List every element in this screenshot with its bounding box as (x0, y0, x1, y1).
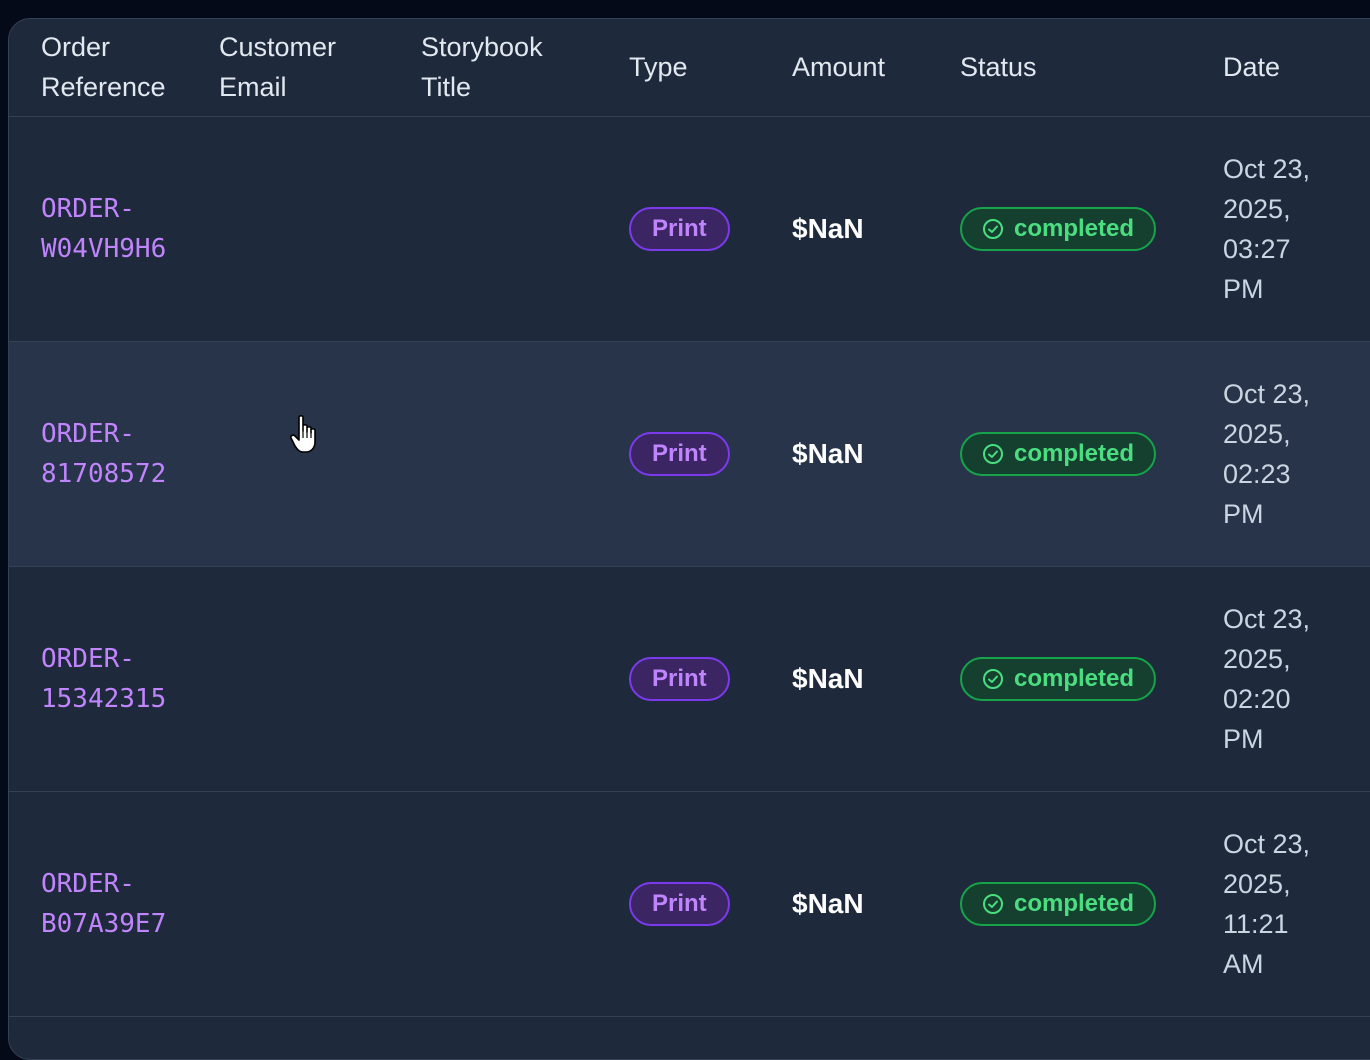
status-badge: completed (960, 881, 1157, 926)
header-storybook-title[interactable]: Storybook Title (421, 19, 629, 116)
type-badge: Print (629, 656, 730, 701)
cell-customer-email (219, 116, 421, 341)
hand-pointer-icon (290, 415, 316, 453)
cell-status: completed (960, 791, 1223, 1016)
header-status[interactable]: Status (960, 19, 1223, 116)
cell-customer-email (219, 791, 421, 1016)
cell-storybook-title (421, 341, 629, 566)
type-badge: Print (629, 431, 730, 476)
table-header-row: Order Reference Customer Email Storybook… (9, 19, 1370, 116)
header-amount[interactable]: Amount (792, 19, 960, 116)
type-badge: Print (629, 881, 730, 926)
status-badge: completed (960, 206, 1157, 251)
table-row[interactable]: ORDER- 81708572 Print $NaN completed Oct… (9, 341, 1370, 566)
status-badge: completed (960, 656, 1157, 701)
status-label: completed (1014, 214, 1135, 242)
header-order-reference[interactable]: Order Reference (9, 19, 219, 116)
date-value: Oct 23, 2025, 03:27 PM (1223, 153, 1311, 304)
cell-storybook-title (421, 791, 629, 1016)
check-circle-icon (983, 893, 1003, 914)
cell-date: Oct 23, 2025, 02:23 PM (1223, 341, 1370, 566)
cell-order-reference: ORDER- 15342315 (9, 566, 219, 791)
order-reference[interactable]: ORDER- B07A39E7 (41, 869, 166, 939)
cell-amount: $NaN (792, 791, 960, 1016)
cell-order-reference: ORDER- 81708572 (9, 341, 219, 566)
cell-storybook-title (421, 566, 629, 791)
cell-type: Print (629, 791, 792, 1016)
cell-date: Oct 23, 2025, 02:20 PM (1223, 566, 1370, 791)
date-value: Oct 23, 2025, 02:20 PM (1223, 603, 1311, 754)
amount-value: $NaN (792, 887, 864, 919)
header-date[interactable]: Date (1223, 19, 1370, 116)
status-label: completed (1014, 439, 1135, 467)
orders-table: Order Reference Customer Email Storybook… (9, 19, 1370, 1017)
order-reference[interactable]: ORDER- W04VH9H6 (41, 194, 166, 264)
cell-amount: $NaN (792, 116, 960, 341)
cell-order-reference: ORDER- W04VH9H6 (9, 116, 219, 341)
table-row[interactable]: ORDER- 15342315 Print $NaN completed Oct… (9, 566, 1370, 791)
cell-storybook-title (421, 116, 629, 341)
amount-value: $NaN (792, 662, 864, 694)
cell-type: Print (629, 341, 792, 566)
table-row[interactable]: ORDER- W04VH9H6 Print $NaN completed Oct… (9, 116, 1370, 341)
cell-status: completed (960, 116, 1223, 341)
cell-order-reference: ORDER- B07A39E7 (9, 791, 219, 1016)
status-badge: completed (960, 431, 1157, 476)
check-circle-icon (983, 218, 1003, 239)
cell-status: completed (960, 566, 1223, 791)
cell-status: completed (960, 341, 1223, 566)
check-circle-icon (983, 668, 1003, 689)
cell-amount: $NaN (792, 341, 960, 566)
header-type[interactable]: Type (629, 19, 792, 116)
amount-value: $NaN (792, 437, 864, 469)
amount-value: $NaN (792, 212, 864, 244)
cell-date: Oct 23, 2025, 11:21 AM (1223, 791, 1370, 1016)
check-circle-icon (983, 443, 1003, 464)
order-reference[interactable]: ORDER- 15342315 (41, 644, 166, 714)
cell-customer-email (219, 566, 421, 791)
cell-amount: $NaN (792, 566, 960, 791)
status-label: completed (1014, 664, 1135, 692)
date-value: Oct 23, 2025, 02:23 PM (1223, 378, 1311, 529)
date-value: Oct 23, 2025, 11:21 AM (1223, 828, 1311, 979)
orders-panel: Order Reference Customer Email Storybook… (8, 18, 1370, 1060)
table-row[interactable]: ORDER- B07A39E7 Print $NaN completed Oct… (9, 791, 1370, 1016)
cell-date: Oct 23, 2025, 03:27 PM (1223, 116, 1370, 341)
cell-type: Print (629, 116, 792, 341)
status-label: completed (1014, 889, 1135, 917)
type-badge: Print (629, 206, 730, 251)
header-customer-email[interactable]: Customer Email (219, 19, 421, 116)
cell-type: Print (629, 566, 792, 791)
order-reference[interactable]: ORDER- 81708572 (41, 419, 166, 489)
